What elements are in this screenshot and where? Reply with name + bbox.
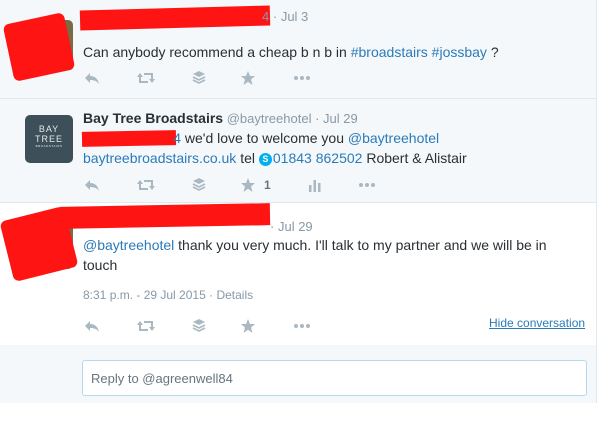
retweet-icon[interactable]: [136, 177, 156, 195]
separator: ·: [272, 9, 278, 24]
separator: ·: [209, 288, 214, 302]
hashtag-link[interactable]: #broadstairs: [351, 44, 428, 60]
mention-link[interactable]: @baytreehotel: [83, 237, 174, 253]
redacted-name: [59, 203, 271, 229]
separator: ·: [270, 219, 275, 234]
tweet-date[interactable]: Jul 29: [278, 219, 313, 234]
retweet-icon[interactable]: [136, 318, 156, 336]
hide-conversation-link[interactable]: Hide conversation: [489, 316, 585, 330]
more-icon[interactable]: [358, 177, 378, 195]
reply-icon[interactable]: [83, 177, 103, 195]
mention-link[interactable]: @baytreehotel: [348, 130, 439, 146]
baytree-avatar[interactable]: BAY TREE BROADSTAIRS: [25, 115, 73, 163]
tweet-date[interactable]: Jul 3: [281, 9, 308, 24]
avatar-logo-line: BROADSTAIRS: [35, 144, 63, 148]
reply-section: Reply to @agreenwell84: [0, 345, 596, 403]
tweet-header: Bay Tree Broadstairs @baytreehotel · Jul…: [83, 110, 358, 126]
tweet-reply-baytree[interactable]: BAY TREE BROADSTAIRS Bay Tree Broadstair…: [0, 99, 596, 203]
handle-fragment: 4: [262, 9, 270, 24]
phone-link[interactable]: 01843 862502: [273, 150, 363, 166]
avatar-logo-line: BAY: [38, 124, 60, 134]
tweet-text: Can anybody recommend a cheap b n b in #…: [83, 44, 499, 60]
tweet-header: · Jul 29: [270, 219, 313, 234]
mention-link[interactable]: 4: [81, 128, 181, 148]
layers-icon[interactable]: [191, 70, 211, 88]
favorite-star-icon[interactable]: [240, 70, 260, 88]
user-handle[interactable]: @baytreehotel: [227, 111, 312, 126]
analytics-icon[interactable]: [308, 177, 328, 195]
skype-icon: S: [258, 153, 272, 166]
tweet-header: 4 · Jul 3: [262, 9, 308, 24]
tweet-timestamp-row: 8:31 p.m. - 29 Jul 2015 · Details: [83, 288, 253, 302]
redacted-avatar-overlay: [2, 12, 76, 82]
tweet-text: 4 we'd love to welcome you @baytreehotel…: [81, 128, 467, 166]
user-name[interactable]: Bay Tree Broadstairs: [83, 110, 223, 126]
conversation-panel: 4 · Jul 3 Can anybody recommend a cheap …: [0, 0, 597, 403]
more-icon[interactable]: [293, 318, 313, 336]
avatar-logo-line: TREE: [34, 134, 63, 144]
separator: ·: [315, 111, 320, 126]
tweet-timestamp: 8:31 p.m. - 29 Jul 2015: [83, 288, 206, 302]
tweet-original[interactable]: 4 · Jul 3 Can anybody recommend a cheap …: [0, 0, 596, 99]
tweet-date[interactable]: Jul 29: [323, 111, 358, 126]
tweet-text: @baytreehotel thank you very much. I'll …: [83, 237, 547, 273]
redacted-mention: [81, 130, 177, 147]
reply-input[interactable]: Reply to @agreenwell84: [82, 360, 587, 396]
reply-icon[interactable]: [83, 318, 103, 336]
redacted-name: [79, 5, 271, 31]
hashtag-link[interactable]: #jossbay: [432, 44, 487, 60]
reply-icon[interactable]: [83, 70, 103, 88]
tweet-permalink[interactable]: · Jul 29 @baytreehotel thank you very mu…: [0, 203, 596, 345]
favorite-button[interactable]: 1: [240, 177, 280, 195]
layers-icon[interactable]: [191, 318, 211, 336]
details-link[interactable]: Details: [216, 288, 253, 302]
layers-icon[interactable]: [191, 177, 211, 195]
favorite-count: 1: [264, 178, 271, 192]
favorite-star-icon[interactable]: [240, 318, 260, 336]
more-icon[interactable]: [293, 70, 313, 88]
retweet-icon[interactable]: [136, 70, 156, 88]
url-link[interactable]: baytreebroadstairs.co.uk: [83, 150, 236, 166]
favorite-star-icon: [241, 178, 255, 192]
